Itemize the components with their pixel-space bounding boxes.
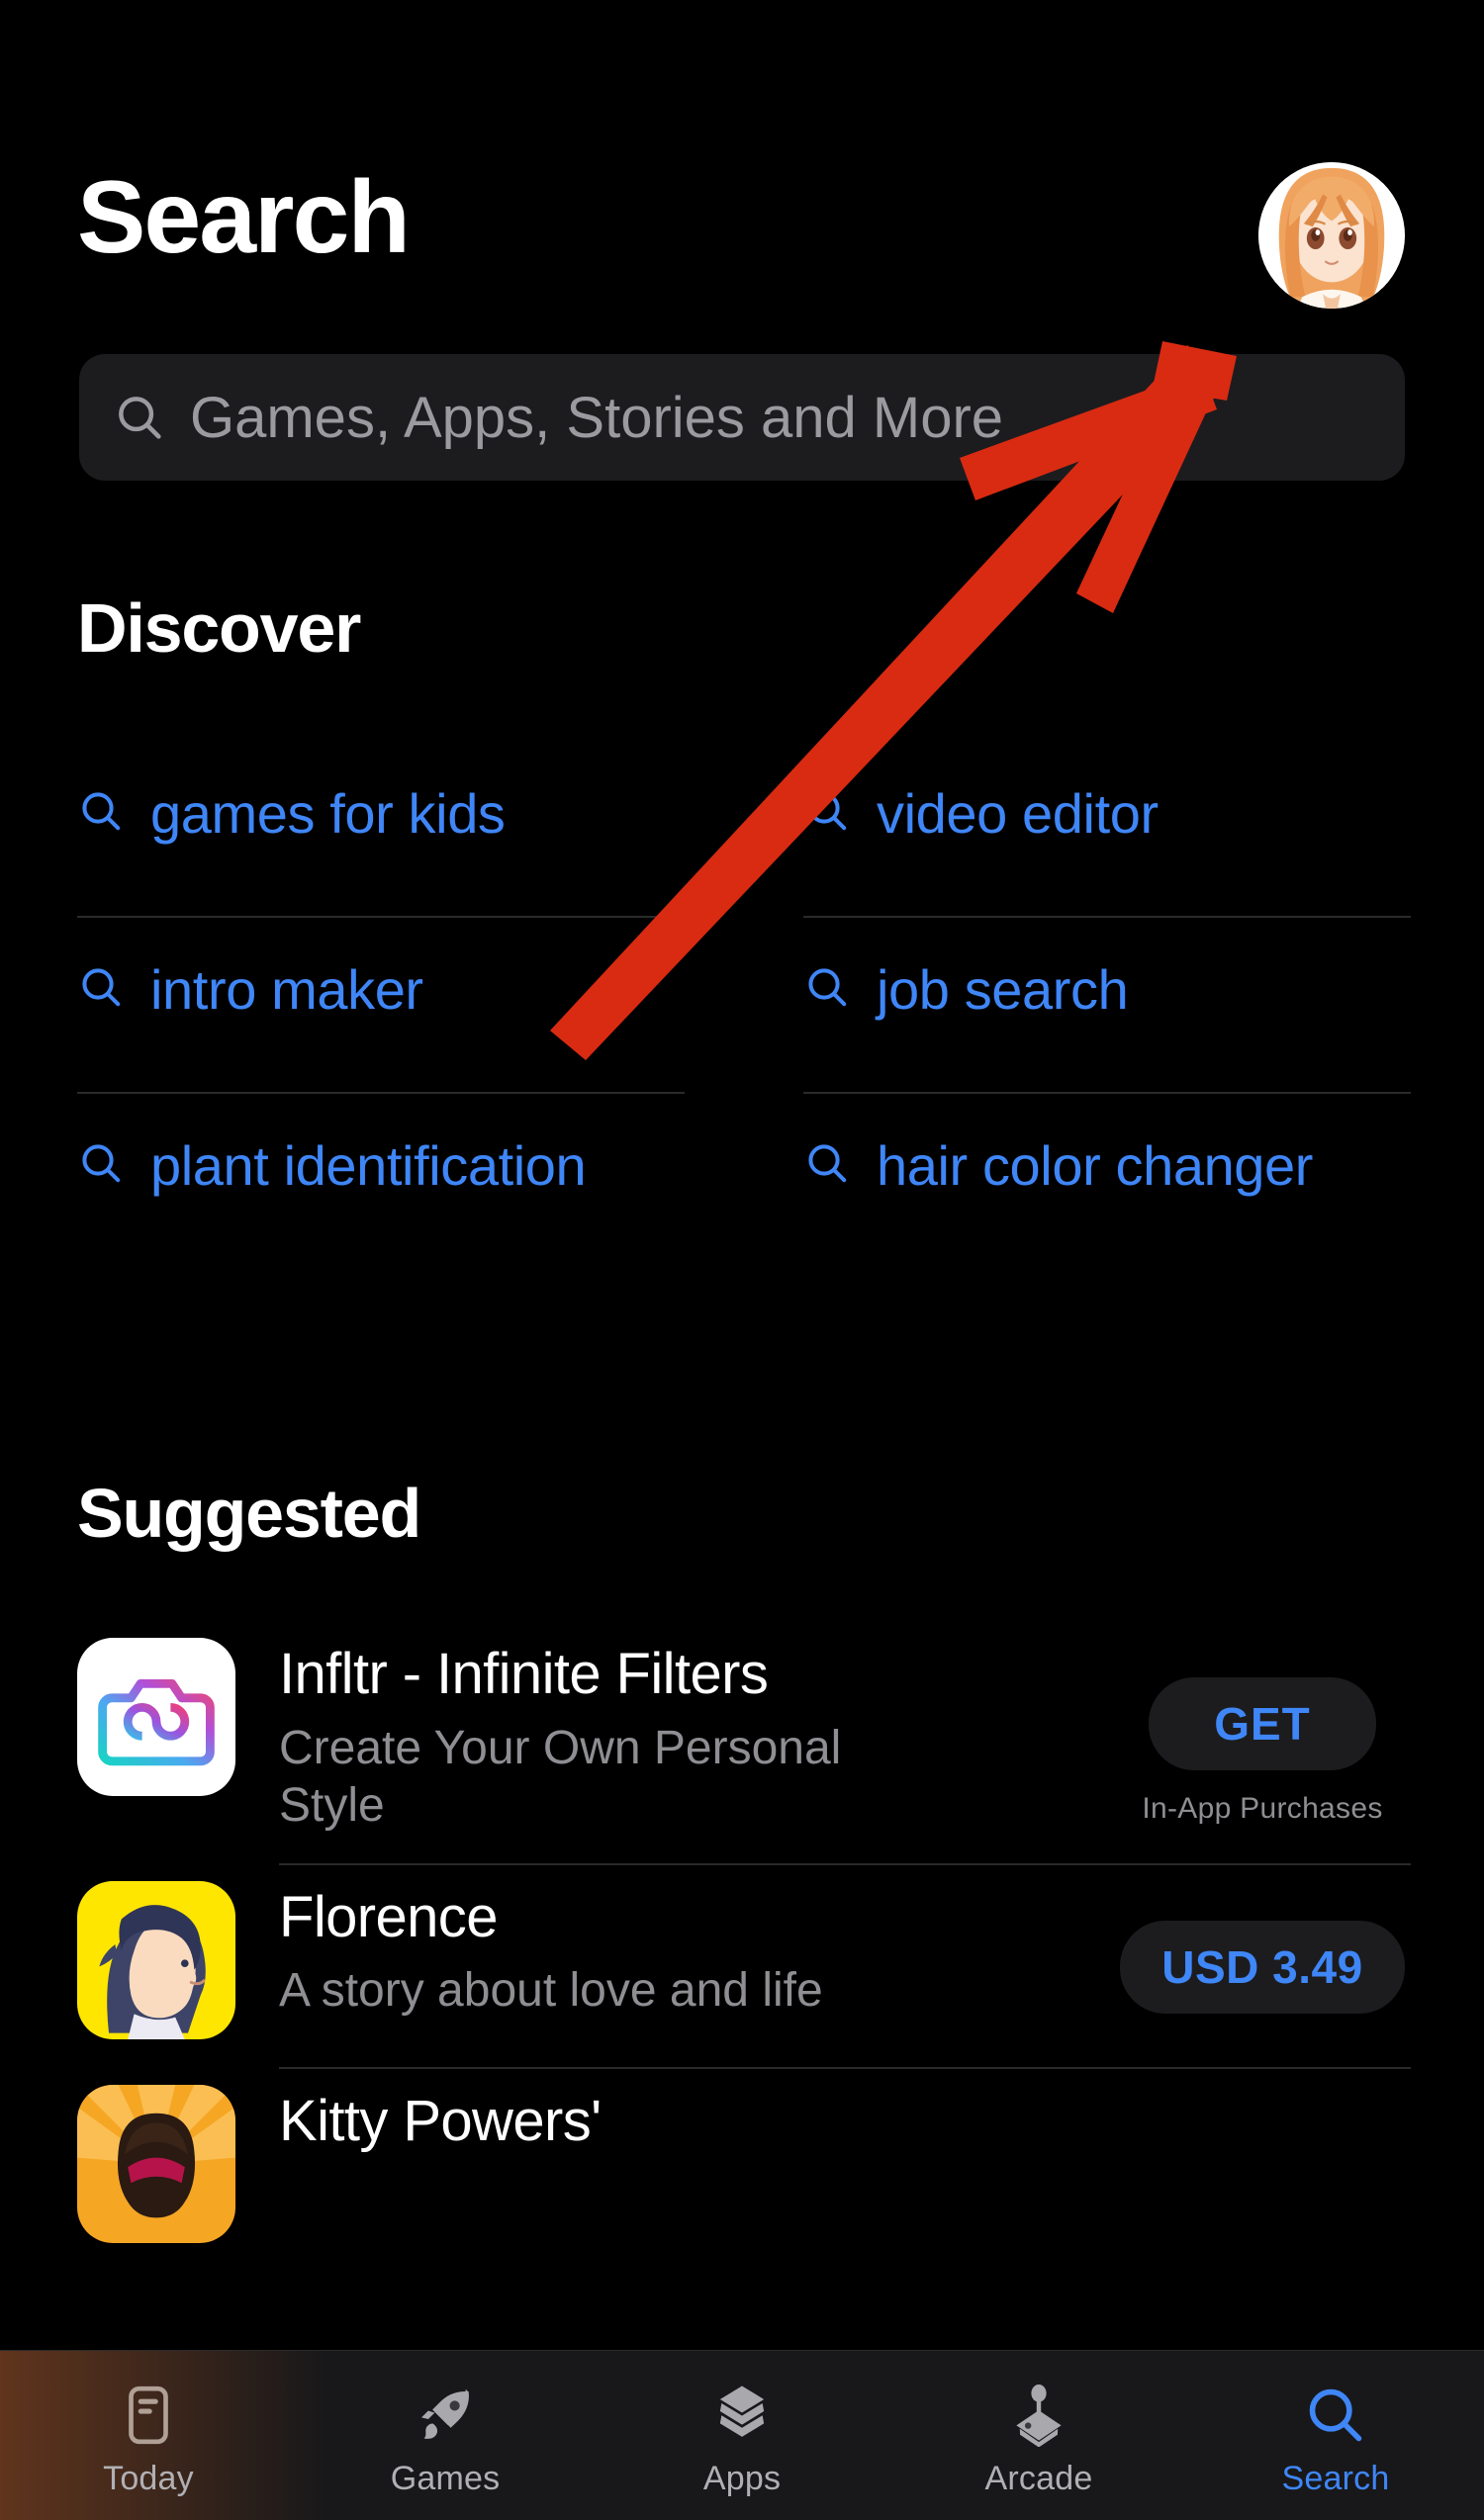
tab-label: Search <box>1281 2460 1390 2497</box>
camera-infinity-icon <box>77 1638 235 1796</box>
discover-item-label: intro maker <box>150 958 423 1021</box>
app-action-area <box>1114 2085 1411 2124</box>
discover-grid: games for kids video editor intro maker … <box>77 742 1411 1270</box>
search-placeholder: Games, Apps, Stories and More <box>190 385 1004 450</box>
discover-item-video-editor[interactable]: video editor <box>744 742 1411 918</box>
app-action-area: GET In-App Purchases <box>1114 1638 1411 1826</box>
discover-row: intro maker job search <box>77 918 1411 1094</box>
kitty-powers-icon <box>77 2084 235 2243</box>
search-icon <box>77 1139 125 1187</box>
tab-bar: Today Games Apps Arcade Search <box>0 2350 1484 2520</box>
search-icon <box>803 787 851 835</box>
avatar[interactable] <box>1258 162 1405 309</box>
tab-label: Arcade <box>984 2460 1093 2497</box>
in-app-purchases-note: In-App Purchases <box>1142 1792 1383 1825</box>
girl-portrait-icon <box>77 1880 235 2039</box>
discover-item-label: games for kids <box>150 782 506 845</box>
discover-item-label: plant identification <box>150 1134 587 1197</box>
search-icon <box>113 391 166 444</box>
tab-label: Today <box>103 2460 194 2497</box>
price-button[interactable]: USD 3.49 <box>1120 1920 1405 2014</box>
app-subtitle: Create Your Own Personal Style <box>279 1721 842 1833</box>
search-icon <box>77 787 125 835</box>
get-button[interactable]: GET <box>1149 1677 1376 1770</box>
page-title: Search <box>77 160 411 275</box>
app-store-search-screen: Search Games, Apps, Stories and More Dis… <box>0 0 1484 2520</box>
discover-item-hair-color-changer[interactable]: hair color changer <box>744 1094 1411 1270</box>
joystick-icon <box>1009 2381 1068 2450</box>
discover-heading: Discover <box>77 589 361 667</box>
discover-item-games-for-kids[interactable]: games for kids <box>77 742 744 918</box>
today-card-icon <box>121 2381 176 2450</box>
search-icon <box>1304 2381 1367 2450</box>
tab-apps[interactable]: Apps <box>594 2351 890 2520</box>
tab-label: Games <box>390 2460 501 2497</box>
discover-item-job-search[interactable]: job search <box>744 918 1411 1094</box>
app-action-area: USD 3.49 <box>1114 1881 1411 2014</box>
app-name: Infltr - Infinite Filters <box>279 1642 769 1706</box>
search-icon <box>803 1139 851 1187</box>
list-item[interactable]: Kitty Powers' <box>77 2069 1411 2273</box>
tab-arcade[interactable]: Arcade <box>890 2351 1187 2520</box>
app-name: Florence <box>279 1884 498 1949</box>
rocket-icon <box>414 2381 477 2450</box>
tab-today[interactable]: Today <box>0 2351 297 2520</box>
discover-row: games for kids video editor <box>77 742 1411 918</box>
search-icon <box>803 963 851 1011</box>
suggested-list: Infltr - Infinite Filters Create Your Ow… <box>77 1622 1411 2273</box>
app-name: Kitty Powers' <box>279 2088 602 2153</box>
app-info: Florence A story about love and life <box>235 1881 1114 2021</box>
app-info: Kitty Powers' <box>235 2085 1114 2155</box>
discover-item-label: job search <box>877 958 1129 1021</box>
tab-games[interactable]: Games <box>297 2351 594 2520</box>
discover-item-label: video editor <box>877 782 1159 845</box>
suggested-heading: Suggested <box>77 1475 421 1552</box>
search-input[interactable]: Games, Apps, Stories and More <box>79 354 1405 481</box>
list-item[interactable]: Infltr - Infinite Filters Create Your Ow… <box>77 1622 1411 1865</box>
tab-label: Apps <box>702 2460 782 2497</box>
discover-item-intro-maker[interactable]: intro maker <box>77 918 744 1094</box>
discover-item-label: hair color changer <box>877 1134 1314 1197</box>
discover-item-plant-identification[interactable]: plant identification <box>77 1094 744 1270</box>
stacked-layers-icon <box>712 2381 772 2450</box>
app-subtitle: A story about love and life <box>279 1964 823 2018</box>
search-icon <box>77 963 125 1011</box>
tab-search[interactable]: Search <box>1187 2351 1484 2520</box>
list-item[interactable]: Florence A story about love and life USD… <box>77 1865 1411 2069</box>
discover-row: plant identification hair color changer <box>77 1094 1411 1270</box>
app-info: Infltr - Infinite Filters Create Your Ow… <box>235 1638 1114 1836</box>
header: Search <box>0 148 1484 316</box>
